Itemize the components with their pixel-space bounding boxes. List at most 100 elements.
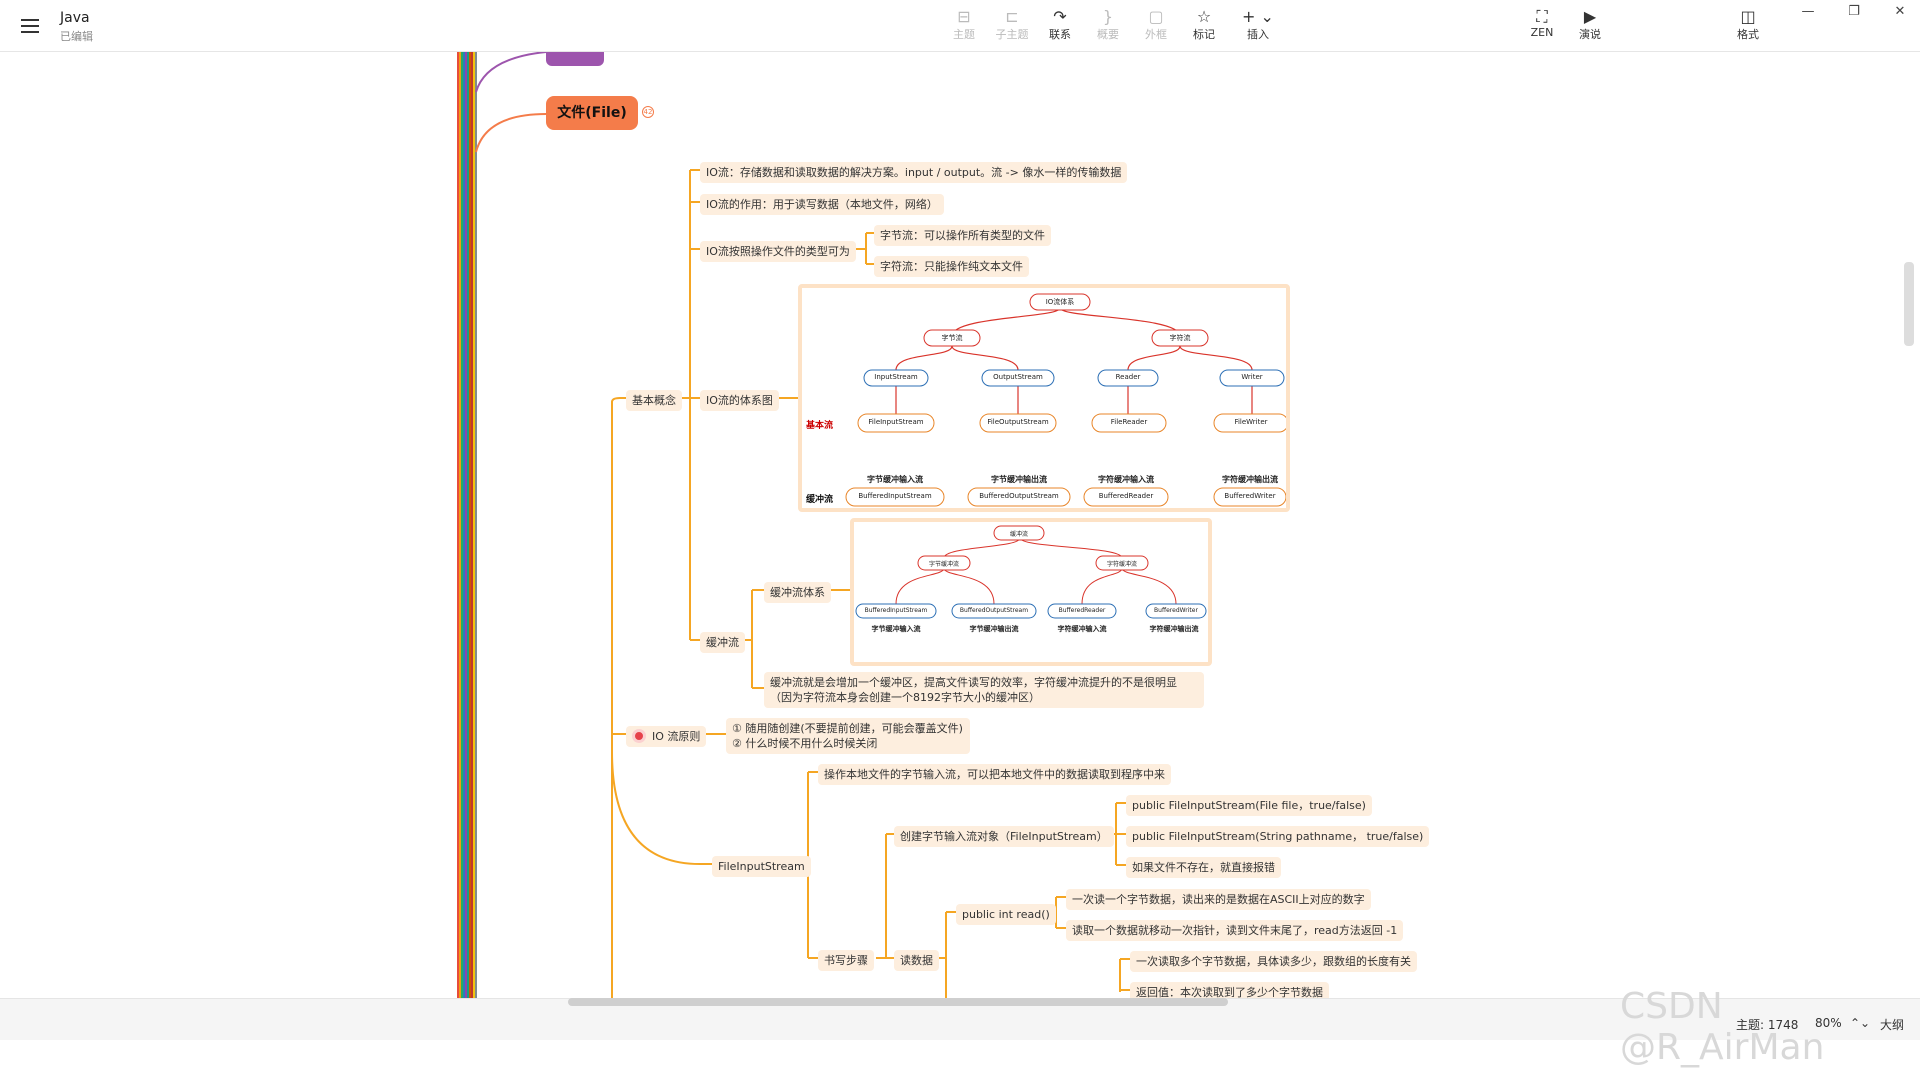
present-label: 演说 xyxy=(1579,28,1601,41)
io-principle-node[interactable]: IO 流原则 xyxy=(626,726,707,747)
boundary-icon: ▢ xyxy=(1148,7,1164,26)
subtopic-icon: ⊏ xyxy=(1005,7,1019,26)
io-diagram-caption: 字符缓冲输出流 xyxy=(1222,475,1278,484)
insert-button[interactable]: + ⌄ 插入 xyxy=(1234,8,1282,42)
buffer-description-node[interactable]: 缓冲流就是会增加一个缓冲区，提高文件读写的效率，字符缓冲流提升的不是很明显 （因… xyxy=(764,672,1204,708)
principle-line2: ② 什么时候不用什么时候关闭 xyxy=(732,737,878,750)
zen-button[interactable]: ⛶ ZEN xyxy=(1520,7,1564,40)
io-diagram-basic-label: 基本流 xyxy=(806,421,834,431)
file-node[interactable]: 文件(File) xyxy=(546,96,638,130)
insert-label: 插入 xyxy=(1247,28,1269,41)
format-button[interactable]: ◫ 格式 xyxy=(1726,8,1770,42)
create-stream-node[interactable]: 创建字节输入流对象（FileInputStream） xyxy=(894,826,1114,847)
read-multi-node[interactable]: 一次读取多个字节数据，具体读多少，跟数组的长度有关 xyxy=(1130,951,1417,972)
zen-label: ZEN xyxy=(1530,26,1554,39)
buffer-diagram-caption: 字符缓冲输出流 xyxy=(1149,625,1199,633)
basic-concept-node[interactable]: 基本概念 xyxy=(626,390,682,411)
io-diagram-fr: FileReader xyxy=(1110,418,1148,426)
subtopic-button[interactable]: ⊏ 子主题 xyxy=(990,8,1034,42)
file-missing-node[interactable]: 如果文件不存在，就直接报错 xyxy=(1126,857,1281,878)
collapse-badge[interactable]: 42 xyxy=(642,106,654,118)
io-diagram-writer: Writer xyxy=(1241,373,1263,381)
exception-node[interactable] xyxy=(546,52,604,66)
buffer-diagram-caption: 字节缓冲输入流 xyxy=(871,625,921,633)
io-system-node[interactable]: IO流的体系图 xyxy=(700,390,779,411)
summary-icon: } xyxy=(1102,7,1114,26)
read-one-byte-node[interactable]: 一次读一个字节数据，读出来的是数据在ASCII上对应的数字 xyxy=(1066,889,1371,910)
char-stream-node[interactable]: 字符流：只能操作纯文本文件 xyxy=(874,256,1029,277)
present-button[interactable]: ▶ 演说 xyxy=(1568,8,1612,42)
marker-button[interactable]: ☆ 标记 xyxy=(1182,8,1226,42)
io-diagram-fis: FileInputStream xyxy=(868,418,924,426)
buffer-diagram-char: 字符缓冲流 xyxy=(1106,561,1137,568)
topic-button[interactable]: ⊟ 主题 xyxy=(942,8,986,42)
ctor-file-node[interactable]: public FileInputStream(File file，true/fa… xyxy=(1126,795,1372,816)
outline-button[interactable]: 大纲 xyxy=(1880,1016,1904,1033)
byte-stream-node[interactable]: 字节流：可以操作所有类型的文件 xyxy=(874,225,1051,246)
relationship-button[interactable]: ↷ 联系 xyxy=(1038,8,1082,42)
buffer-desc-line1: 缓冲流就是会增加一个缓冲区，提高文件读写的效率，字符缓冲流提升的不是很明显 xyxy=(770,676,1177,689)
io-diagram-br: BufferedReader xyxy=(1098,492,1154,500)
io-diagram-bw: BufferedWriter xyxy=(1224,492,1276,500)
summary-label: 概要 xyxy=(1097,28,1119,41)
buffer-diagram-br: BufferedReader xyxy=(1058,607,1106,614)
io-system-diagram[interactable]: IO流体系 字节流 字符流 InputStream OutputStream R… xyxy=(798,284,1290,512)
boundary-button[interactable]: ▢ 外框 xyxy=(1134,8,1178,42)
boundary-label: 外框 xyxy=(1145,28,1167,41)
format-panel-icon: ◫ xyxy=(1740,7,1756,26)
principle-detail-node[interactable]: ① 随用随创建(不要提前创建，可能会覆盖文件) ② 什么时候不用什么时候关闭 xyxy=(726,718,970,754)
ctor-path-node[interactable]: public FileInputStream(String pathname， … xyxy=(1126,826,1430,847)
io-diagram-bos: BufferedOutputStream xyxy=(979,492,1059,500)
subtopic-label: 子主题 xyxy=(995,28,1029,41)
io-type-node[interactable]: IO流按照操作文件的类型可为 xyxy=(700,241,856,262)
buffer-diagram-svg xyxy=(855,525,1207,619)
io-diagram-reader: Reader xyxy=(1115,373,1141,381)
relationship-icon: ↷ xyxy=(1053,7,1067,26)
horizontal-scrollbar[interactable] xyxy=(8,998,1898,1006)
document-status: 已编辑 xyxy=(60,30,93,43)
io-diagram-inputstream: InputStream xyxy=(874,373,918,381)
minimize-icon[interactable]: — xyxy=(1798,4,1818,19)
mindmap-canvas[interactable]: 文件(File) 42 IO流：存储数据和读取数据的解决方案。input / o… xyxy=(0,52,1920,998)
io-diagram-caption: 字节缓冲输出流 xyxy=(991,475,1047,484)
trunk-lines xyxy=(457,52,477,998)
io-purpose-node[interactable]: IO流的作用：用于读写数据（本地文件，网络） xyxy=(700,194,944,215)
hamburger-menu-icon[interactable] xyxy=(16,12,44,40)
principle-line1: ① 随用随创建(不要提前创建，可能会覆盖文件) xyxy=(732,722,963,735)
read-return-node[interactable]: 返回值：本次读取到了多少个字节数据 xyxy=(1130,982,1329,998)
restore-icon[interactable]: ❐ xyxy=(1844,4,1864,19)
star-icon: ☆ xyxy=(1196,7,1212,26)
vertical-scrollbar[interactable] xyxy=(1904,262,1914,346)
topic-label: 主题 xyxy=(953,28,975,41)
read-pointer-node[interactable]: 读取一个数据就移动一次指针，读到文件末尾了，read方法返回 -1 xyxy=(1066,920,1404,941)
fis-description-node[interactable]: 操作本地文件的字节输入流，可以把本地文件中的数据读取到程序中来 xyxy=(818,764,1171,785)
io-definition-node[interactable]: IO流：存储数据和读取数据的解决方案。input / output。流 -> 像… xyxy=(700,162,1128,183)
scroll-thumb[interactable] xyxy=(568,998,1228,1006)
present-icon: ▶ xyxy=(1583,7,1597,26)
buffer-diagram-caption: 字节缓冲输出流 xyxy=(969,625,1019,633)
buffer-diagram-byte: 字节缓冲流 xyxy=(928,561,959,568)
summary-button[interactable]: } 概要 xyxy=(1086,8,1130,42)
zoom-stepper-icon[interactable]: ⌃⌄ xyxy=(1850,1016,1870,1030)
fileinputstream-node[interactable]: FileInputStream xyxy=(712,856,811,877)
io-diagram-outputstream: OutputStream xyxy=(993,373,1043,381)
buffer-stream-node[interactable]: 缓冲流 xyxy=(700,632,745,653)
io-diagram-root: IO流体系 xyxy=(1045,298,1075,306)
read-method-node[interactable]: public int read() xyxy=(956,904,1056,925)
close-icon[interactable]: ✕ xyxy=(1890,4,1910,19)
io-diagram-byte: 字节流 xyxy=(941,334,963,342)
buffer-diagram-bw: BufferedWriter xyxy=(1154,607,1198,614)
buffer-system-diagram[interactable]: 缓冲流 字节缓冲流 字符缓冲流 BufferedInputStream Buff… xyxy=(850,518,1212,666)
plus-icon: + ⌄ xyxy=(1242,7,1274,26)
io-diagram-caption: 字节缓冲输入流 xyxy=(867,475,923,484)
fullscreen-icon: ⛶ xyxy=(1536,7,1548,26)
read-data-node[interactable]: 读数据 xyxy=(894,950,939,971)
marker-label: 标记 xyxy=(1193,28,1215,41)
topic-icon: ⊟ xyxy=(957,7,971,26)
buffer-system-node[interactable]: 缓冲流体系 xyxy=(764,582,831,603)
title-bar: Java 已编辑 ⊟ 主题 ⊏ 子主题 ↷ 联系 } 概要 ▢ 外框 ☆ 标记 + ⌄ 插入 … xyxy=(0,0,1920,52)
write-steps-node[interactable]: 书写步骤 xyxy=(818,950,874,971)
buffer-diagram-bos: BufferedOutputStream xyxy=(959,607,1029,614)
io-diagram-bis: BufferedInputStream xyxy=(858,492,932,500)
zoom-level[interactable]: 80% xyxy=(1815,1016,1842,1030)
